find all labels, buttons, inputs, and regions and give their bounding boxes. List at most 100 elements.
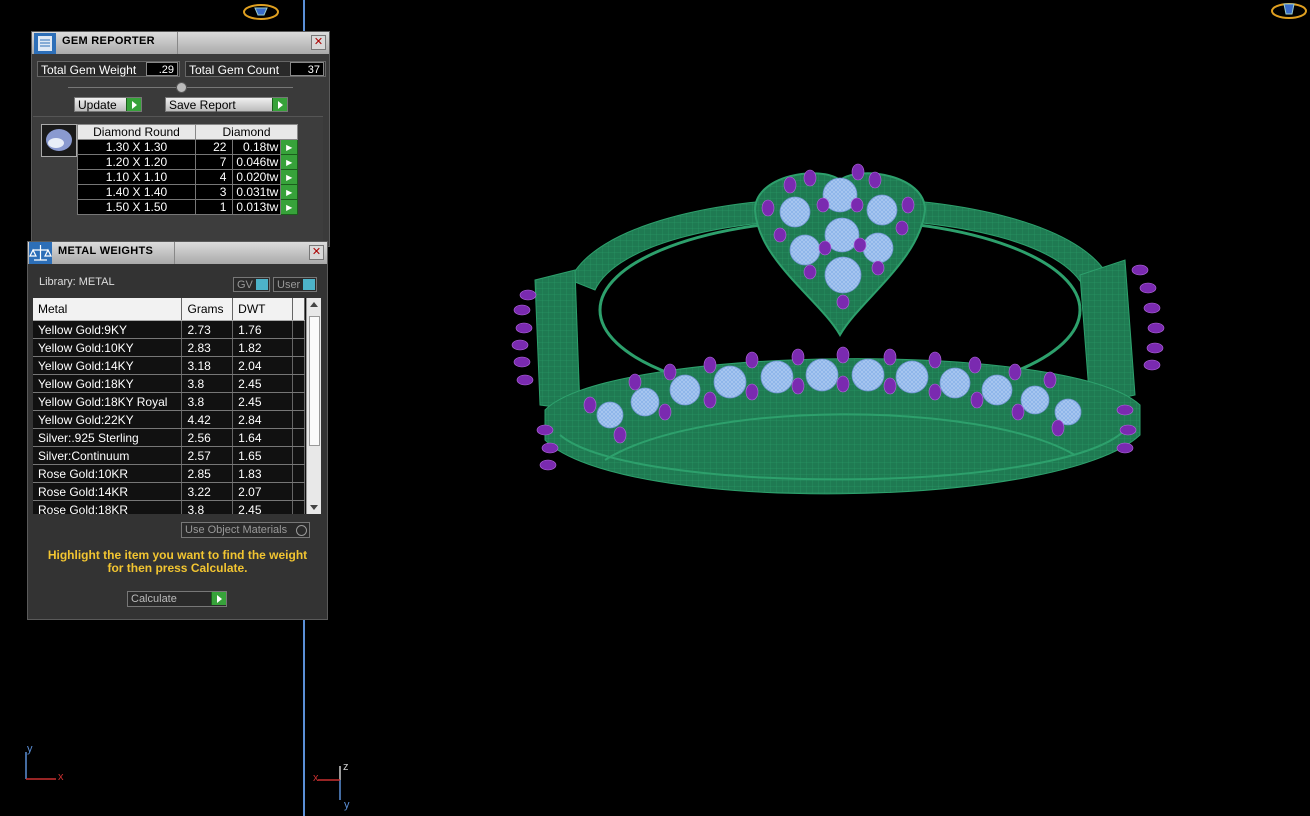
table-row[interactable]: Yellow Gold:10KY 2.83 1.82 — [33, 338, 305, 357]
metal-weights-panel: METAL WEIGHTS ✕ Library: METAL GV User M… — [27, 241, 328, 620]
metal-name: Yellow Gold:14KY — [33, 356, 183, 375]
axis-x2-label: x — [313, 772, 319, 784]
use-object-materials-toggle[interactable]: Use Object Materials — [181, 522, 310, 538]
metal-name: Yellow Gold:10KY — [33, 338, 183, 357]
gem-reporter-titlebar[interactable]: GEM REPORTER ✕ — [32, 32, 329, 54]
gem-shape-thumbnail[interactable] — [41, 124, 77, 157]
metal-dwt: 2.07 — [232, 482, 294, 501]
gem-reporter-panel: GEM REPORTER ✕ Total Gem Weight .29 Tota… — [31, 31, 330, 247]
table-row[interactable]: Yellow Gold:14KY 3.18 2.04 — [33, 356, 305, 375]
metal-header[interactable]: Metal — [33, 298, 183, 321]
table-row[interactable]: Yellow Gold:22KY 4.42 2.84 — [33, 410, 305, 429]
gem-weight: 0.013tw — [232, 199, 282, 215]
gem-header-material: Diamond — [195, 124, 298, 140]
gem-weight: 0.020tw — [232, 169, 282, 185]
gem-weight: 0.18tw — [232, 139, 282, 155]
gv-toggle[interactable]: GV — [233, 277, 270, 292]
metal-weights-close-button[interactable]: ✕ — [309, 245, 324, 260]
calculate-button[interactable]: Calculate — [127, 591, 227, 607]
scale-icon — [29, 242, 52, 264]
gem-row[interactable]: 1.10 X 1.10 4 0.020tw ▶ — [77, 169, 298, 185]
update-button[interactable]: Update — [74, 97, 142, 112]
gem-count: 3 — [194, 184, 234, 200]
gem-row[interactable]: 1.40 X 1.40 3 0.031tw ▶ — [77, 184, 298, 200]
gem-header-shape: Diamond Round — [77, 124, 196, 140]
row-spacer — [292, 320, 305, 339]
ring-3d-model[interactable] — [500, 150, 1180, 530]
gem-size: 1.40 X 1.40 — [77, 184, 196, 200]
play-icon — [211, 592, 226, 605]
row-spacer — [292, 410, 305, 429]
radio-indicator-icon — [296, 525, 307, 536]
total-gem-weight-text: Total Gem Weight — [41, 63, 137, 77]
axis-z-label: z — [343, 761, 349, 773]
axis-y2-label: y — [344, 799, 350, 811]
metal-grams: 2.85 — [181, 464, 234, 483]
metal-name: Silver:.925 Sterling — [33, 428, 183, 447]
gem-reporter-title: GEM REPORTER — [62, 35, 155, 47]
axis-indicator-xz — [318, 766, 341, 800]
metal-grams: 3.18 — [181, 356, 234, 375]
metal-table-container: Metal Grams DWT Yellow Gold:9KY 2.73 1.76 … — [33, 298, 321, 514]
view-cube-icon[interactable] — [242, 2, 280, 22]
gem-row-go-button[interactable]: ▶ — [280, 184, 298, 200]
metal-weights-title: METAL WEIGHTS — [58, 245, 154, 257]
metal-table-scrollbar[interactable] — [306, 298, 321, 514]
scroll-down-arrow-icon[interactable] — [310, 505, 318, 510]
metal-table: Metal Grams DWT Yellow Gold:9KY 2.73 1.76 … — [33, 298, 305, 514]
table-row[interactable]: Rose Gold:10KR 2.85 1.83 — [33, 464, 305, 483]
play-icon — [272, 98, 287, 111]
table-row[interactable]: Yellow Gold:9KY 2.73 1.76 — [33, 320, 305, 339]
metal-grams: 2.73 — [181, 320, 234, 339]
update-button-label: Update — [78, 98, 117, 112]
total-gem-weight-value: .29 — [146, 62, 178, 76]
total-gem-count-value: 37 — [290, 62, 324, 76]
gem-row[interactable]: 1.50 X 1.50 1 0.013tw ▶ — [77, 199, 298, 215]
gem-row-go-button[interactable]: ▶ — [280, 139, 298, 155]
table-row[interactable]: Rose Gold:14KR 3.22 2.07 — [33, 482, 305, 501]
metal-grams: 2.57 — [181, 446, 234, 465]
metal-grams: 2.56 — [181, 428, 234, 447]
gem-row-go-button[interactable]: ▶ — [280, 199, 298, 215]
metal-dwt: 2.45 — [232, 500, 294, 514]
metal-name: Yellow Gold:18KY — [33, 374, 183, 393]
metal-name: Yellow Gold:9KY — [33, 320, 183, 339]
user-toggle[interactable]: User — [273, 277, 317, 292]
table-row[interactable]: Rose Gold:18KR 3.8 2.45 — [33, 500, 305, 514]
gem-count: 22 — [194, 139, 234, 155]
table-row[interactable]: Yellow Gold:18KY 3.8 2.45 — [33, 374, 305, 393]
gem-reporter-close-button[interactable]: ✕ — [311, 35, 326, 50]
metal-dwt: 2.45 — [232, 392, 294, 411]
metal-weights-titlebar[interactable]: METAL WEIGHTS ✕ — [28, 242, 327, 264]
splitter-handle[interactable] — [176, 82, 187, 93]
library-label: Library: METAL — [39, 276, 115, 288]
toggle-indicator-icon — [256, 279, 268, 290]
save-report-button[interactable]: Save Report — [165, 97, 288, 112]
metal-name: Rose Gold:10KR — [33, 464, 183, 483]
metal-name: Rose Gold:14KR — [33, 482, 183, 501]
gem-row[interactable]: 1.30 X 1.30 22 0.18tw ▶ — [77, 139, 298, 155]
row-spacer — [292, 392, 305, 411]
table-row[interactable]: Silver:Continuum 2.57 1.65 — [33, 446, 305, 465]
round-diamond-icon — [46, 129, 72, 151]
gem-size: 1.10 X 1.10 — [77, 169, 196, 185]
scroll-thumb[interactable] — [309, 316, 320, 446]
gem-row-go-button[interactable]: ▶ — [280, 169, 298, 185]
gem-weight: 0.046tw — [232, 154, 282, 170]
metal-name: Yellow Gold:22KY — [33, 410, 183, 429]
gem-row[interactable]: 1.20 X 1.20 7 0.046tw ▶ — [77, 154, 298, 170]
scroll-up-arrow-icon[interactable] — [310, 302, 318, 307]
table-row[interactable]: Silver:.925 Sterling 2.56 1.64 — [33, 428, 305, 447]
gem-count: 1 — [194, 199, 234, 215]
gem-row-go-button[interactable]: ▶ — [280, 154, 298, 170]
metal-grams: 3.8 — [181, 374, 234, 393]
view-cube-icon-right[interactable] — [1270, 0, 1308, 20]
save-report-button-label: Save Report — [169, 98, 236, 112]
dwt-header[interactable]: DWT — [232, 298, 294, 321]
row-spacer — [292, 374, 305, 393]
table-row[interactable]: Yellow Gold:18KY Royal 3.8 2.45 — [33, 392, 305, 411]
metal-name: Silver:Continuum — [33, 446, 183, 465]
calculate-button-label: Calculate — [131, 593, 177, 605]
grams-header[interactable]: Grams — [181, 298, 234, 321]
row-spacer — [292, 428, 305, 447]
